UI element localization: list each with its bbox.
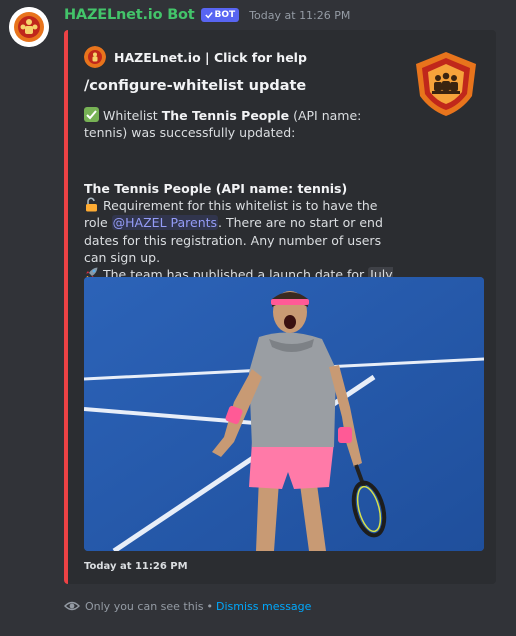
author-icon [84, 46, 106, 68]
author-name: HAZELnet.io | Click for help [114, 49, 307, 65]
embed-author[interactable]: HAZELnet.io | Click for help [84, 46, 307, 68]
desc-prefix: Whitelist [103, 108, 162, 123]
embed-title: /configure-whitelist update [84, 78, 307, 94]
white-check-mark-icon [84, 107, 99, 122]
ephemeral-separator: • [206, 599, 214, 613]
whitelist-name: The Tennis People [161, 108, 290, 123]
embed-image[interactable] [84, 277, 484, 551]
bot-badge: BOT [200, 8, 240, 22]
bot-username[interactable]: HAZELnet.io Bot [64, 7, 195, 23]
message-header: HAZELnet.io Bot BOT Today at 11:26 PM [64, 7, 350, 23]
ephemeral-text: Only you can see this [85, 599, 204, 613]
check-icon [204, 12, 213, 19]
ephemeral-notice: Only you can see this • Dismiss message [64, 598, 311, 614]
embed-description: Whitelist The Tennis People (API name: t… [84, 107, 399, 141]
message-timestamp[interactable]: Today at 11:26 PM [249, 9, 350, 22]
embed-thumbnail[interactable] [412, 50, 480, 118]
role-mention[interactable]: @HAZEL Parents [111, 215, 219, 231]
bot-avatar[interactable] [9, 7, 49, 47]
unlock-icon [84, 197, 99, 212]
embed: HAZELnet.io | Click for help /configure-… [64, 30, 496, 584]
embed-footer: Today at 11:26 PM [84, 561, 188, 572]
eye-icon [64, 601, 80, 611]
dismiss-message-link[interactable]: Dismiss message [216, 600, 311, 613]
bot-badge-label: BOT [214, 10, 236, 20]
field-name: The Tennis People (API name: tennis) [84, 181, 348, 196]
